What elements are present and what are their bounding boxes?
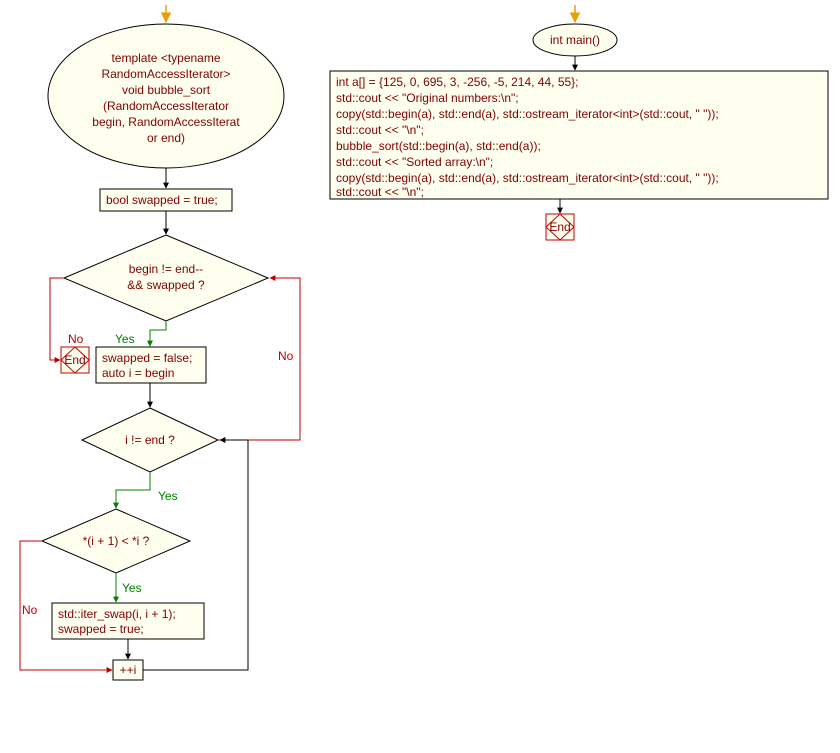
sig-l4: (RandomAccessIterator <box>103 99 229 113</box>
outer-yes-label: Yes <box>115 332 135 346</box>
main-body-l3: copy(std::begin(a), std::end(a), std::os… <box>336 107 719 121</box>
flowchart-canvas: int main() int a[] = {125, 0, 695, 3, -2… <box>0 0 840 753</box>
terminator-main-label: int main() <box>550 33 600 47</box>
sig-l3: void bubble_sort <box>122 83 211 97</box>
inner-no-label: No <box>278 349 294 363</box>
end-main-label: End <box>549 220 570 234</box>
outer-l2: && swapped ? <box>127 278 205 292</box>
swap-yes-label: Yes <box>122 581 142 595</box>
sig-l1: template <typename <box>111 51 220 65</box>
terminator-end-sort: End <box>61 347 89 373</box>
swap-body-l1: std::iter_swap(i, i + 1); <box>58 607 176 621</box>
main-body-l2: std::cout << "Original numbers:\n"; <box>336 91 519 105</box>
inner-text: i != end ? <box>125 433 175 447</box>
edge-outer-yes <box>150 321 166 346</box>
end-sort-label: End <box>64 353 85 367</box>
main-body-l7: copy(std::begin(a), std::end(a), std::os… <box>336 171 719 185</box>
terminator-end-main: End <box>546 214 574 240</box>
sig-l6: or end) <box>147 131 185 145</box>
outer-no-label: No <box>68 332 84 346</box>
inc-text: ++i <box>120 663 137 677</box>
main-body-l4: std::cout << "\n"; <box>336 123 424 137</box>
swap-cond-text: *(i + 1) < *i ? <box>83 534 150 548</box>
inner-yes-label: Yes <box>158 489 178 503</box>
edge-inner-yes <box>116 472 150 508</box>
sig-l2: RandomAccessIterator> <box>101 67 230 81</box>
swap-body-l2: swapped = true; <box>58 622 144 636</box>
outer-l1: begin != end-- <box>129 262 203 276</box>
main-body-l1: int a[] = {125, 0, 695, 3, -256, -5, 214… <box>336 75 579 89</box>
outer-body-l1: swapped = false; <box>102 351 192 365</box>
init-text: bool swapped = true; <box>106 193 218 207</box>
main-body-l5: bubble_sort(std::begin(a), std::end(a)); <box>336 139 541 153</box>
main-body-l8: std::cout << "\n"; <box>336 185 424 199</box>
sig-l5: begin, RandomAccessIterat <box>92 115 240 129</box>
outer-body-l2: auto i = begin <box>102 366 174 380</box>
main-body-l6: std::cout << "Sorted array:\n"; <box>336 155 493 169</box>
swap-no-label: No <box>22 603 38 617</box>
